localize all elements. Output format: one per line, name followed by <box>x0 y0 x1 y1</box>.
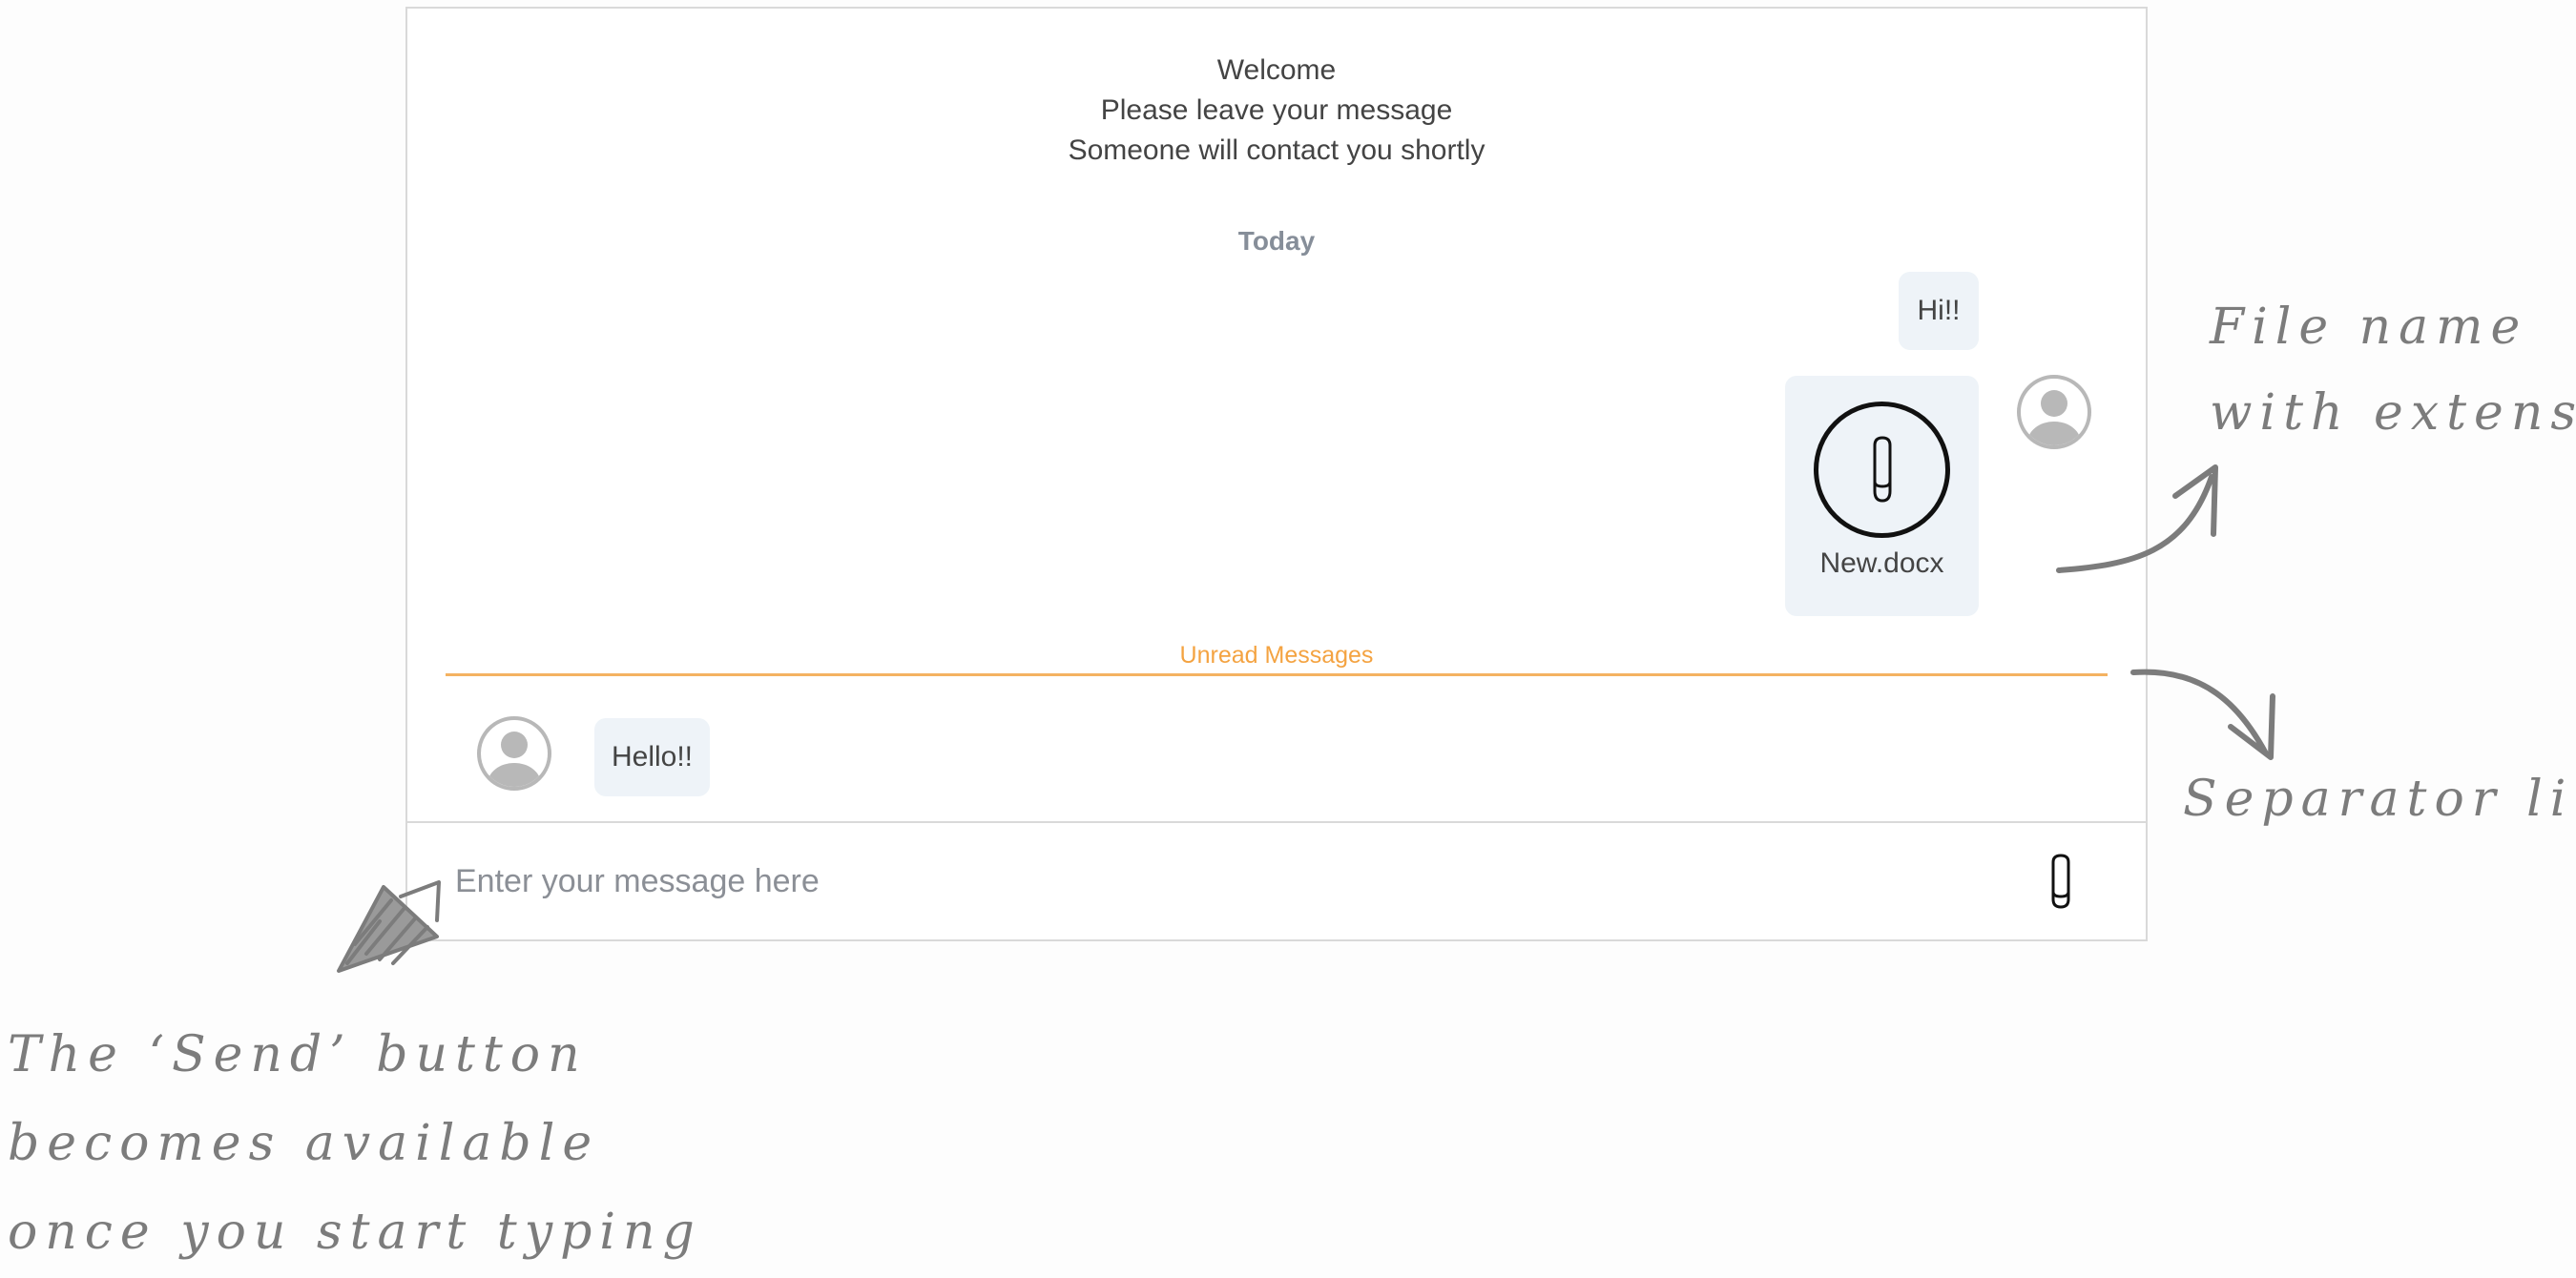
arrow-icon <box>2056 464 2218 573</box>
arrow-icon <box>2130 669 2275 760</box>
annotation-arrows <box>337 464 2275 973</box>
arrow-icon <box>337 880 441 973</box>
